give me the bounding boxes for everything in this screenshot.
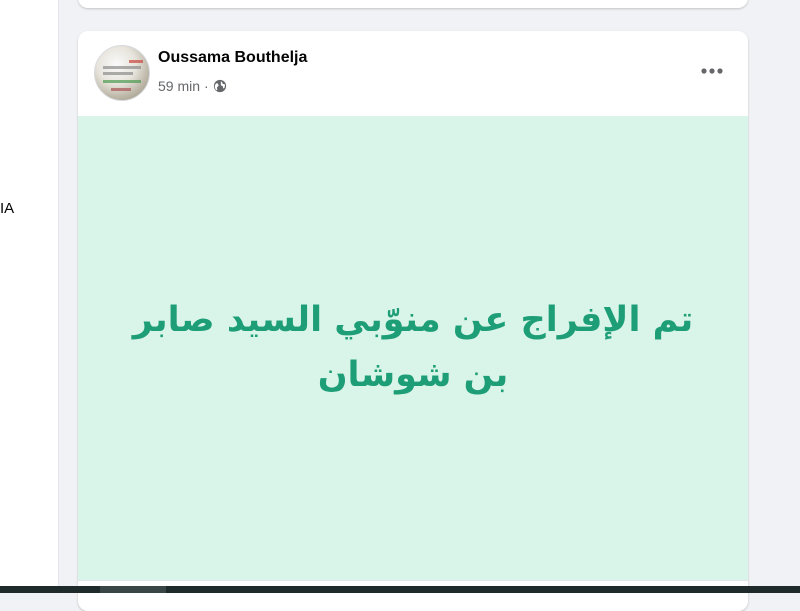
left-sidebar-partial-text[interactable]: IA	[0, 200, 14, 217]
post-content-text: تم الإفراج عن منوّبي السيد صابر بن شوشان	[132, 300, 694, 395]
post-footer-divider	[78, 580, 748, 581]
post-card: Oussama Bouthelja 59 min · تم الإفراج عن…	[78, 31, 748, 611]
os-taskbar	[0, 586, 800, 593]
left-sidebar: IA	[0, 0, 59, 593]
post-more-options-button[interactable]	[694, 57, 730, 85]
globe-icon[interactable]	[213, 79, 227, 93]
author-avatar[interactable]	[94, 45, 150, 101]
previous-post-card-bottom	[78, 0, 748, 8]
post-text-background: تم الإفراج عن منوّبي السيد صابر بن شوشان	[78, 116, 748, 580]
more-options-icon	[701, 68, 723, 74]
post-meta: 59 min ·	[158, 78, 227, 94]
post-timestamp[interactable]: 59 min	[158, 78, 200, 94]
author-name-link[interactable]: Oussama Bouthelja	[158, 49, 307, 67]
taskbar-item[interactable]	[100, 586, 166, 593]
meta-separator: ·	[204, 78, 209, 94]
